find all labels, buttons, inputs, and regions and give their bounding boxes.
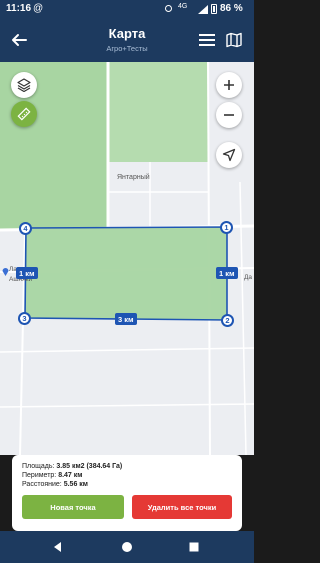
perimeter-row: Периметр: 8.47 км [22, 471, 122, 480]
nav-recents-icon[interactable] [189, 542, 199, 552]
page-subtitle: Агро+Тесты [106, 44, 148, 53]
map-view[interactable]: Янтарный Ла Ашняки Да 1 2 3 4 1 км 1 км … [0, 62, 254, 455]
nav-back-icon[interactable] [53, 542, 63, 552]
delete-all-points-button[interactable]: Удалить все точки [132, 495, 232, 519]
plus-icon [224, 80, 234, 90]
measured-polygon [24, 226, 228, 321]
vertex-marker-2[interactable]: 2 [221, 314, 234, 327]
road [0, 403, 254, 408]
zoom-out-button[interactable] [216, 102, 242, 128]
measurement-panel: Площадь: 3.85 км2 (384.64 Га) Периметр: … [12, 455, 242, 531]
app-bar: Карта Агро+Тесты [0, 18, 254, 62]
distance-value: 5.56 км [63, 481, 88, 488]
perimeter-value: 8.47 км [58, 472, 83, 479]
distance-label-bottom: 3 км [115, 313, 137, 325]
vertex-marker-4[interactable]: 4 [19, 222, 32, 235]
road [0, 347, 254, 353]
layers-icon [17, 78, 31, 92]
measurement-stats: Площадь: 3.85 км2 (384.64 Га) Периметр: … [22, 462, 122, 489]
vibrate-icon [165, 5, 172, 12]
vertex-marker-1[interactable]: 1 [220, 221, 233, 234]
map-book-icon[interactable] [226, 32, 242, 48]
nav-home-icon[interactable] [122, 542, 132, 552]
area-label: Площадь: [22, 463, 55, 470]
distance-label-right: 1 км [216, 267, 238, 279]
system-nav-bar [0, 531, 254, 563]
vertex-marker-3[interactable]: 3 [18, 312, 31, 325]
navigation-arrow-icon [222, 148, 236, 162]
distance-label-left: 1 км [16, 267, 38, 279]
battery-icon [211, 4, 217, 14]
signal-icon [198, 5, 208, 14]
field-area-w [0, 154, 108, 230]
page-title: Карта [108, 26, 146, 41]
distance-label: Расстояние: [22, 481, 62, 488]
road [239, 181, 247, 455]
ruler-icon [17, 107, 31, 121]
road [19, 229, 26, 455]
town-label: Янтарный [117, 174, 150, 181]
location-pin-icon [2, 268, 9, 276]
status-time: 11:16 [6, 3, 32, 14]
menu-icon[interactable] [199, 33, 215, 47]
my-location-button[interactable] [216, 142, 242, 168]
status-bar: 11:16 @ 4G 86 % [0, 0, 254, 18]
perimeter-label: Периметр: [22, 472, 57, 479]
area-value: 3.85 км2 (384.64 Га) [56, 463, 123, 470]
battery-percent: 86 % [220, 3, 243, 14]
ruler-button[interactable] [11, 101, 37, 127]
area-row: Площадь: 3.85 км2 (384.64 Га) [22, 462, 122, 471]
at-icon: @ [33, 3, 44, 14]
field-area-n [108, 62, 208, 162]
distance-row: Расстояние: 5.56 км [22, 480, 122, 489]
zoom-in-button[interactable] [216, 72, 242, 98]
network-type: 4G [178, 3, 188, 10]
place-label: Да [244, 274, 253, 281]
map-canvas [0, 62, 254, 455]
layers-button[interactable] [11, 72, 37, 98]
new-point-button[interactable]: Новая точка [22, 495, 124, 519]
minus-icon [224, 114, 234, 116]
